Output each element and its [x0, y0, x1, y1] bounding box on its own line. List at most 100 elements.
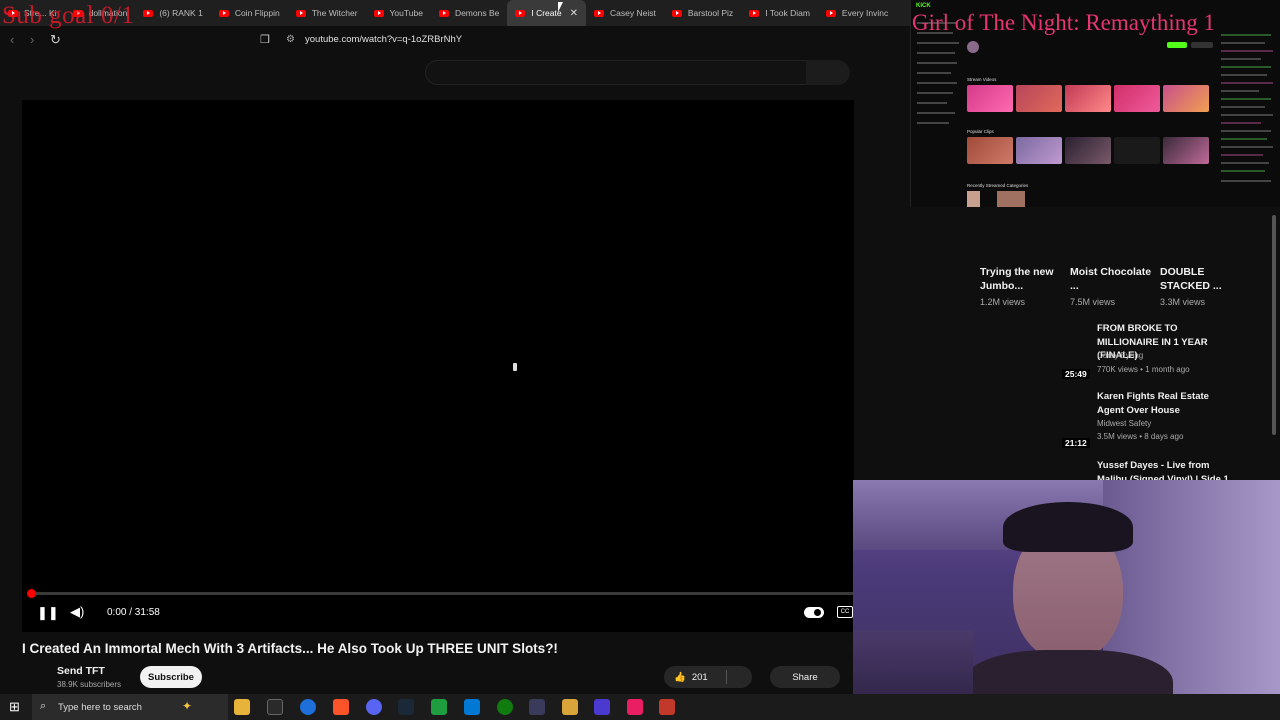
app-icon[interactable] [562, 699, 578, 715]
kick-video-thumb [1114, 85, 1160, 112]
youtube-favicon-icon [438, 9, 449, 17]
tab-label: Coin Flippin [234, 8, 280, 18]
like-button[interactable]: 👍 201 [664, 666, 752, 688]
short-views: 7.5M views [1070, 297, 1116, 307]
short-title[interactable]: Moist Chocolate ... [1070, 265, 1152, 293]
taskbar-search-field[interactable]: ⌕ Type here to search ✦ [32, 694, 228, 720]
kick-video-thumb [1016, 85, 1062, 112]
browser-address-bar: ‹ › ↻ ❒ ⚙ youtube.com/watch?v=q-1oZRBrNh… [0, 26, 910, 54]
tab-label: (6) RANK 1 [159, 8, 203, 18]
kick-clip-thumb [1065, 137, 1111, 164]
forward-arrow-icon[interactable]: › [30, 32, 34, 47]
short-title[interactable]: DOUBLE STACKED ... [1160, 265, 1242, 293]
recommended-channel[interactable]: Corey Eyring [1097, 351, 1143, 360]
autoplay-toggle[interactable] [804, 607, 824, 618]
brave-icon[interactable] [333, 699, 349, 715]
tab-3[interactable]: Coin Flippin [211, 0, 288, 26]
tab-label: Barstool Piz [687, 8, 734, 18]
search-input[interactable] [425, 60, 807, 85]
streamer-hair [1003, 502, 1133, 552]
youtube-favicon-icon [749, 9, 760, 17]
spreadsheet-icon[interactable] [431, 699, 447, 715]
file-explorer-icon[interactable] [234, 699, 250, 715]
video-title: I Created An Immortal Mech With 3 Artifa… [22, 641, 558, 656]
webcam-feed [853, 480, 1280, 720]
reload-icon[interactable]: ↻ [50, 32, 61, 48]
channel-name[interactable]: Send TFT [57, 665, 105, 677]
kick-categories-heading: Recently Streamed Categories [967, 183, 1029, 188]
like-divider [725, 670, 727, 684]
edge-icon[interactable] [300, 699, 316, 715]
kick-clip-thumb [1163, 137, 1209, 164]
kick-video-thumb [967, 85, 1013, 112]
tab-label: I Took Diam [765, 8, 810, 18]
epic-games-icon[interactable] [267, 699, 283, 715]
kick-video-thumb [1065, 85, 1111, 112]
kick-category-thumb [997, 191, 1025, 207]
tab-9[interactable]: Barstool Piz [664, 0, 741, 26]
site-info-icon[interactable]: ⚙ [286, 34, 295, 45]
progress-bar[interactable] [30, 592, 854, 595]
share-button[interactable]: Share [770, 666, 840, 688]
short-views: 1.2M views [980, 297, 1026, 307]
captions-icon[interactable]: CC [837, 606, 853, 618]
video-duration: 25:49 [1062, 369, 1090, 379]
store-icon[interactable] [464, 699, 480, 715]
short-title[interactable]: Trying the new Jumbo... [980, 265, 1062, 293]
browser-tab-strip: Stre... Ki dollmation (6) RANK 1 Coin Fl… [0, 0, 910, 26]
shield-app-icon[interactable] [529, 699, 545, 715]
tab-10[interactable]: I Took Diam [741, 0, 818, 26]
back-arrow-icon[interactable]: ‹ [10, 32, 14, 47]
progress-scrubber[interactable] [27, 589, 36, 598]
close-tab-icon[interactable]: ✕ [570, 8, 578, 19]
scrollbar[interactable] [1272, 215, 1276, 435]
recommended-meta: 770K views • 1 month ago [1097, 365, 1190, 374]
tab-7-active[interactable]: I Create ✕ [507, 0, 586, 26]
short-views: 3.3M views [1160, 297, 1206, 307]
xbox-icon[interactable] [497, 699, 513, 715]
tab-2[interactable]: (6) RANK 1 [135, 0, 210, 26]
loading-indicator [513, 363, 517, 371]
channel-avatar[interactable] [22, 665, 50, 693]
tab-label: Demons Be [454, 8, 500, 18]
windows-start-icon[interactable]: ⊞ [9, 699, 20, 715]
app-icon[interactable] [659, 699, 675, 715]
tab-5[interactable]: YouTube [366, 0, 431, 26]
obs-icon[interactable] [594, 699, 610, 715]
youtube-favicon-icon [143, 9, 154, 17]
kick-avatar [967, 41, 979, 53]
copilot-icon: ✦ [182, 699, 193, 713]
bookmark-icon[interactable]: ❒ [260, 33, 270, 46]
search-icon: ⌕ [40, 700, 47, 712]
tab-label: YouTube [389, 8, 423, 18]
kick-clip-thumb [1016, 137, 1062, 164]
pause-icon[interactable]: ❚❚ [37, 605, 59, 621]
tiktok-icon[interactable] [627, 699, 643, 715]
url-text[interactable]: youtube.com/watch?v=q-1oZRBrNhY [305, 34, 462, 45]
like-count: 201 [691, 671, 708, 683]
volume-icon[interactable]: ◀) [70, 604, 84, 620]
tab-8[interactable]: Casey Neist [586, 0, 664, 26]
tab-6[interactable]: Demons Be [431, 0, 507, 26]
video-duration: 21:12 [1062, 438, 1090, 448]
youtube-favicon-icon [218, 9, 229, 17]
tab-11[interactable]: Every Invinc [818, 0, 896, 26]
kick-stream-videos-heading: Stream Videos [967, 77, 997, 82]
search-placeholder: Type here to search [58, 701, 142, 713]
kick-clip-thumb [967, 137, 1013, 164]
time-display: 0:00 / 31:58 [107, 607, 160, 618]
tab-label: The Witcher [311, 8, 358, 18]
kick-category-thumb [967, 191, 980, 207]
tab-4[interactable]: The Witcher [288, 0, 366, 26]
mouse-cursor-icon [558, 2, 563, 12]
recommended-video-title[interactable]: Karen Fights Real Estate Agent Over Hous… [1097, 390, 1235, 417]
subscribe-button[interactable]: Subscribe [140, 666, 202, 688]
steam-icon[interactable] [398, 699, 414, 715]
recommended-channel[interactable]: Midwest Safety [1097, 419, 1151, 428]
discord-icon[interactable] [366, 699, 382, 715]
youtube-favicon-icon [825, 9, 836, 17]
video-player[interactable] [22, 100, 854, 632]
tab-label: Every Invinc [841, 8, 889, 18]
search-button[interactable] [806, 60, 850, 85]
kick-popular-clips-heading: Popular Clips [967, 129, 994, 134]
